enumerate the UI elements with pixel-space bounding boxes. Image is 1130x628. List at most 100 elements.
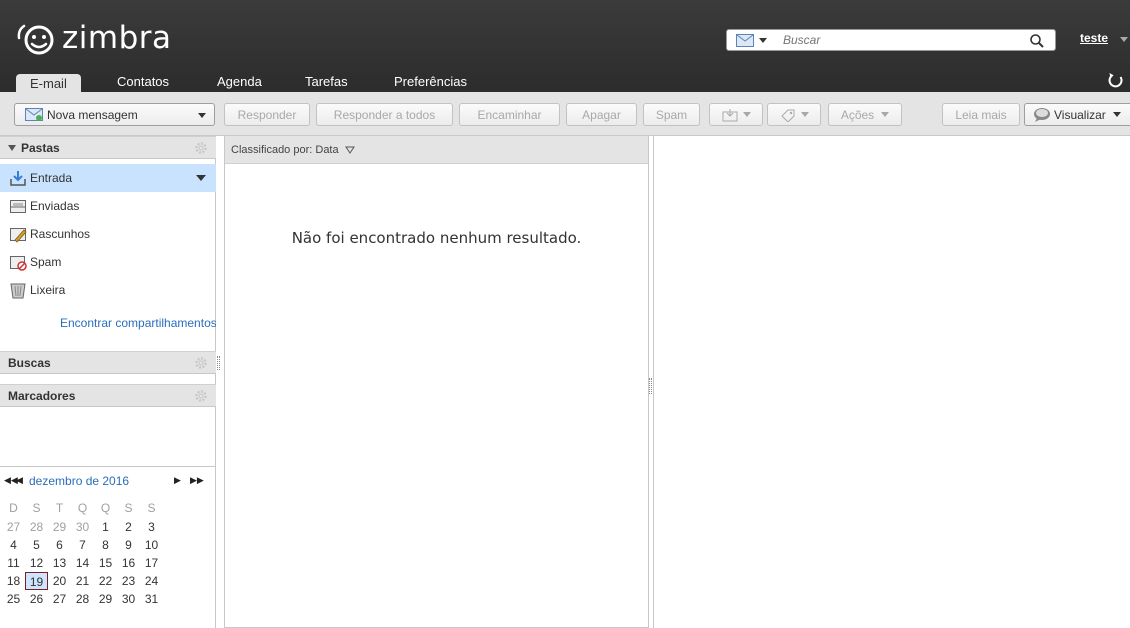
calendar-day[interactable]: 9 xyxy=(117,536,140,554)
calendar-day[interactable]: 15 xyxy=(94,554,117,572)
gear-icon[interactable] xyxy=(194,389,208,403)
calendar-day[interactable]: 24 xyxy=(140,572,163,590)
calendar-day[interactable]: 2 xyxy=(117,518,140,536)
tab-calendar[interactable]: Agenda xyxy=(217,72,262,92)
calendar-day[interactable]: 31 xyxy=(140,590,163,608)
sent-icon xyxy=(10,200,26,213)
drafts-icon xyxy=(10,228,27,243)
calendar-day-today[interactable]: 19 xyxy=(25,572,48,590)
user-menu[interactable]: teste xyxy=(1080,31,1108,45)
user-menu-chevron-icon[interactable] xyxy=(1120,37,1128,42)
tab-contacts[interactable]: Contatos xyxy=(117,72,169,92)
refresh-icon[interactable] xyxy=(1108,72,1124,88)
tag-icon xyxy=(780,109,794,122)
tag-button[interactable] xyxy=(767,103,821,126)
sidebar-item-inbox[interactable]: Entrada xyxy=(0,164,216,192)
calendar-day[interactable]: 25 xyxy=(2,590,25,608)
calendar-day[interactable]: 27 xyxy=(48,590,71,608)
list-sort-header[interactable]: Classificado por: Data xyxy=(225,136,648,164)
move-folder-button[interactable] xyxy=(709,103,763,126)
next-month-icon[interactable]: ▶ xyxy=(174,475,181,486)
prev-month-icon[interactable]: ◀ xyxy=(16,475,23,486)
reply-label: Responder xyxy=(237,107,297,122)
calendar-day[interactable]: 16 xyxy=(117,554,140,572)
calendar-day[interactable]: 29 xyxy=(48,518,71,536)
calendar-day[interactable]: 21 xyxy=(71,572,94,590)
sidebar: Pastas Entrada Enviadas Rascunhos Spam L… xyxy=(0,136,216,628)
calendar-day[interactable]: 18 xyxy=(2,572,25,590)
next-year-icon[interactable]: ▶▶ xyxy=(190,475,204,486)
read-more-button[interactable]: Leia mais xyxy=(942,103,1020,126)
sidebar-item-trash[interactable]: Lixeira xyxy=(0,276,216,304)
calendar-day[interactable]: 6 xyxy=(48,536,71,554)
list-resize-handle[interactable] xyxy=(649,378,652,394)
calendar-day[interactable]: 8 xyxy=(94,536,117,554)
search-input[interactable] xyxy=(783,31,1003,49)
find-shares-link[interactable]: Encontrar compartilhamentos xyxy=(60,316,216,330)
calendar-day[interactable]: 22 xyxy=(94,572,117,590)
folder-label: Entrada xyxy=(30,171,73,185)
spam-button[interactable]: Spam xyxy=(643,103,700,126)
chevron-down-icon xyxy=(759,37,767,43)
sidebar-resize-handle[interactable] xyxy=(217,356,220,370)
sidebar-item-spam[interactable]: Spam xyxy=(0,248,216,276)
calendar-day[interactable]: 26 xyxy=(25,590,48,608)
sort-arrow-icon[interactable] xyxy=(344,146,355,154)
calendar-day[interactable]: 29 xyxy=(94,590,117,608)
chevron-down-icon xyxy=(881,112,890,117)
search-icon[interactable] xyxy=(1029,33,1045,49)
chevron-down-icon[interactable] xyxy=(198,113,206,118)
reply-all-button[interactable]: Responder a todos xyxy=(316,103,453,126)
search-box xyxy=(726,29,1056,51)
calendar-day[interactable]: 14 xyxy=(71,554,94,572)
weekday-label: S xyxy=(32,501,41,515)
tab-preferences[interactable]: Preferências xyxy=(394,72,467,92)
calendar-day[interactable]: 30 xyxy=(117,590,140,608)
calendar-day[interactable]: 3 xyxy=(140,518,163,536)
speech-bubble-icon xyxy=(1034,107,1050,122)
zimbra-logo[interactable]: zimbra xyxy=(14,18,172,58)
calendar-day[interactable]: 20 xyxy=(48,572,71,590)
calendar-title[interactable]: dezembro de 2016 xyxy=(29,474,129,488)
calendar-day[interactable]: 10 xyxy=(140,536,163,554)
calendar-day[interactable]: 28 xyxy=(25,518,48,536)
calendar-day[interactable]: 30 xyxy=(71,518,94,536)
new-message-button[interactable]: Nova mensagem xyxy=(14,103,215,126)
gear-icon[interactable] xyxy=(194,356,208,370)
tags-header[interactable]: Marcadores xyxy=(0,384,216,407)
mail-icon xyxy=(736,33,754,47)
reply-button[interactable]: Responder xyxy=(224,103,310,126)
header-bar: zimbra teste E-mail Contatos Agenda Tare… xyxy=(0,0,1130,94)
actions-button[interactable]: Ações xyxy=(828,103,902,126)
calendar-day[interactable]: 4 xyxy=(2,536,25,554)
view-button[interactable]: Visualizar xyxy=(1024,103,1130,126)
sidebar-item-sent[interactable]: Enviadas xyxy=(0,192,216,220)
new-mail-icon xyxy=(25,108,43,121)
calendar-day[interactable]: 1 xyxy=(94,518,117,536)
delete-button[interactable]: Apagar xyxy=(566,103,637,126)
calendar-day[interactable]: 5 xyxy=(25,536,48,554)
calendar-day[interactable]: 17 xyxy=(140,554,163,572)
calendar-day[interactable]: 13 xyxy=(48,554,71,572)
forward-label: Encaminhar xyxy=(477,107,542,122)
tab-tasks[interactable]: Tarefas xyxy=(305,72,348,92)
folders-header[interactable]: Pastas xyxy=(0,136,216,159)
calendar-day[interactable]: 11 xyxy=(2,554,25,572)
gear-icon[interactable] xyxy=(194,141,208,155)
calendar-day[interactable]: 23 xyxy=(117,572,140,590)
calendar-days: 27 28 29 30 1 2 3 4 5 6 7 8 9 10 11 12 13 14 15 16 17 18 19 20 2… xyxy=(2,518,218,608)
search-type-dropdown[interactable] xyxy=(727,30,783,50)
calendar-day[interactable]: 27 xyxy=(2,518,25,536)
trash-icon xyxy=(10,283,26,299)
collapse-triangle-icon[interactable] xyxy=(8,145,16,151)
forward-button[interactable]: Encaminhar xyxy=(459,103,560,126)
calendar-day[interactable]: 7 xyxy=(71,536,94,554)
searches-header[interactable]: Buscas xyxy=(0,351,216,374)
tab-email[interactable]: E-mail xyxy=(16,74,81,94)
chevron-down-icon[interactable] xyxy=(196,175,206,181)
calendar-day[interactable]: 28 xyxy=(71,590,94,608)
calendar-day[interactable]: 12 xyxy=(25,554,48,572)
sidebar-item-drafts[interactable]: Rascunhos xyxy=(0,220,216,248)
logo-text: zimbra xyxy=(62,20,172,56)
searches-title: Buscas xyxy=(8,356,51,370)
